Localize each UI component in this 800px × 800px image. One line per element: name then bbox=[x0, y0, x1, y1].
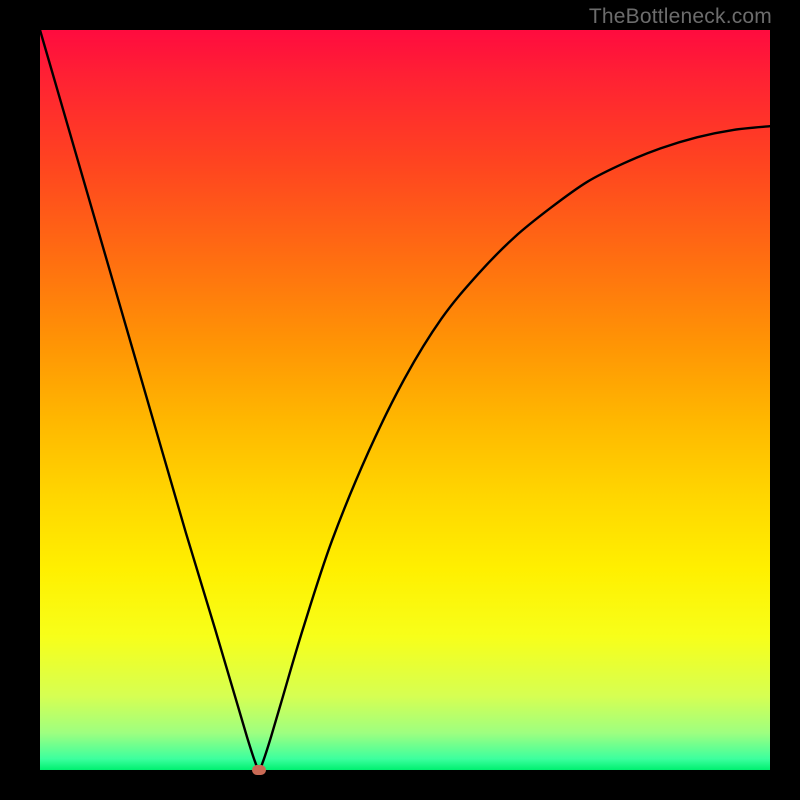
chart-frame: TheBottleneck.com bbox=[0, 0, 800, 800]
minimum-marker bbox=[252, 765, 266, 775]
curve-svg bbox=[40, 30, 770, 770]
plot-area bbox=[40, 30, 770, 770]
bottleneck-curve bbox=[40, 30, 770, 770]
watermark-text: TheBottleneck.com bbox=[589, 5, 772, 29]
